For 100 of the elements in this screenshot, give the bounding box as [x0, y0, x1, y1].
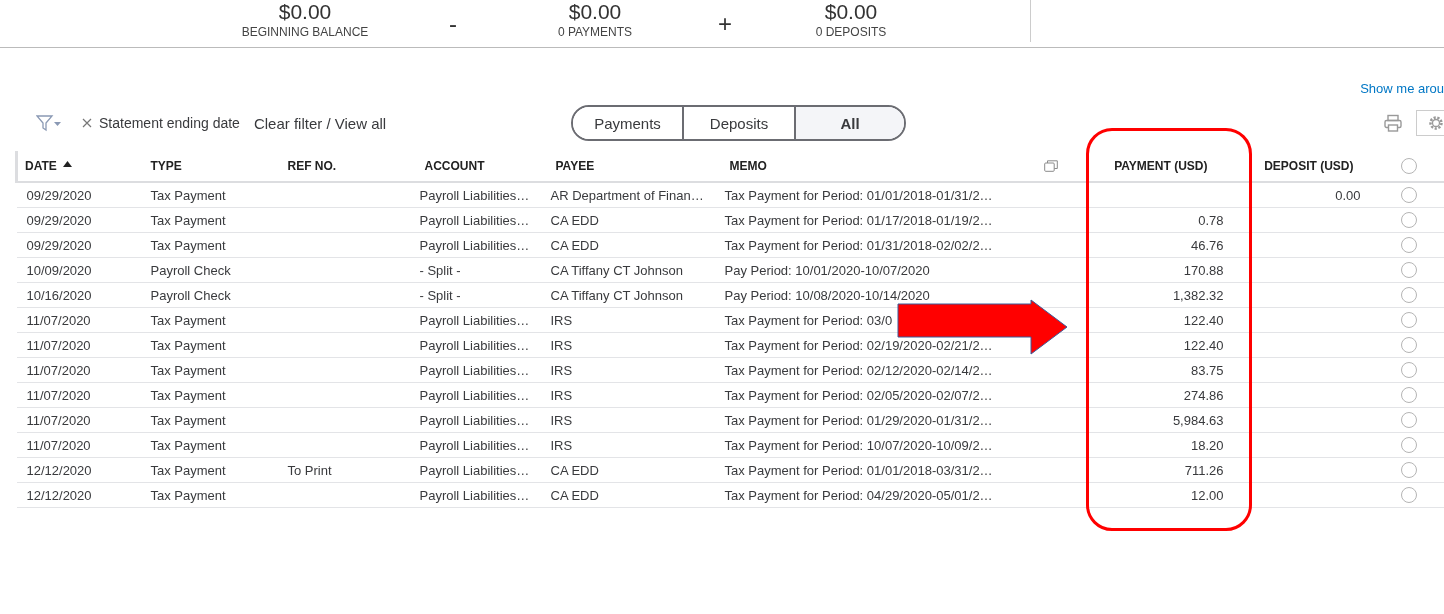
checkbox-circle[interactable]: [1399, 411, 1418, 429]
checkbox-circle[interactable]: [1399, 157, 1418, 175]
column-header[interactable]: PAYEE: [555, 159, 595, 173]
table-cell: Tax Payment: [150, 362, 226, 378]
table-cell: 18.20: [1190, 437, 1224, 453]
table-cell: CA EDD: [550, 212, 599, 228]
filter-label: Statement ending date: [99, 115, 240, 131]
column-header[interactable]: REF NO.: [287, 159, 337, 173]
column-header[interactable]: ACCOUNT: [424, 159, 485, 173]
table-cell: CA EDD: [550, 237, 599, 253]
table-cell: Tax Payment: [150, 312, 226, 328]
sort-ascending-icon: [62, 161, 72, 167]
table-cell: Payroll Liabilities…: [419, 462, 530, 478]
table-cell: Tax Payment: [150, 387, 226, 403]
table-cell: Tax Payment for Period: 02/05/2020-02/07/2…: [724, 387, 993, 403]
table-cell: CA Tiffany CT Johnson: [550, 262, 683, 278]
checkbox-circle[interactable]: [1399, 461, 1418, 479]
checkbox-circle[interactable]: [1399, 211, 1418, 229]
filter-tab[interactable]: Payments: [573, 107, 684, 139]
table-cell: 12.00: [1190, 487, 1224, 503]
table-cell: Tax Payment: [150, 437, 226, 453]
checkbox-circle[interactable]: [1399, 486, 1418, 504]
column-header[interactable]: DEPOSIT (USD): [1264, 159, 1354, 173]
table-cell: 09/29/2020: [26, 237, 92, 253]
table-cell: Pay Period: 10/01/2020-10/07/2020: [724, 262, 930, 278]
table-cell: Tax Payment for Period: 10/07/2020-10/09/2…: [724, 437, 993, 453]
settings-button[interactable]: [1416, 110, 1444, 136]
table-cell: Payroll Liabilities…: [419, 362, 530, 378]
balance-label: 0 DEPOSITS: [815, 24, 887, 40]
checkbox-circle[interactable]: [1399, 336, 1418, 354]
table-cell: Tax Payment for Period: 04/29/2020-05/01/2…: [724, 487, 993, 503]
column-header[interactable]: PAYMENT (USD): [1114, 159, 1208, 173]
table-cell: Payroll Check: [150, 287, 231, 303]
table-cell: Tax Payment: [150, 462, 226, 478]
table-cell: 1,382.32: [1172, 287, 1224, 303]
table-cell: Tax Payment: [150, 212, 226, 228]
column-header[interactable]: MEMO: [729, 159, 767, 173]
table-cell: Tax Payment: [150, 487, 226, 503]
balance-amount: $0.00: [278, 0, 332, 24]
table-cell: 0.78: [1198, 212, 1224, 228]
table-cell: Tax Payment for Period: 01/01/2018-01/31/2…: [724, 187, 993, 203]
table-cell: Payroll Liabilities…: [419, 412, 530, 428]
table-cell: 11/07/2020: [26, 412, 91, 428]
operator-sign: -: [448, 12, 458, 36]
checkbox-circle[interactable]: [1399, 186, 1418, 204]
table-cell: Tax Payment for Period: 03/0: [724, 312, 893, 328]
table-cell: IRS: [550, 362, 573, 378]
table-cell: AR Department of Finan…: [550, 187, 704, 203]
table-cell: Tax Payment for Period: 02/19/2020-02/21/2…: [724, 337, 993, 353]
table-cell: 5,984.63: [1172, 412, 1224, 428]
table-cell: CA Tiffany CT Johnson: [550, 287, 683, 303]
table-cell: Pay Period: 10/08/2020-10/14/2020: [724, 287, 930, 303]
filter-tab[interactable]: All: [796, 107, 904, 139]
table-cell: Payroll Liabilities…: [419, 437, 530, 453]
checkbox-circle[interactable]: [1399, 286, 1418, 304]
table-cell: 10/16/2020: [26, 287, 92, 303]
table-cell: 11/07/2020: [26, 312, 91, 328]
balance-label: 0 PAYMENTS: [557, 24, 633, 40]
table-cell: Tax Payment: [150, 337, 226, 353]
table-cell: 83.75: [1190, 362, 1224, 378]
table-cell: Tax Payment: [150, 187, 226, 203]
table-cell: 10/09/2020: [26, 262, 92, 278]
checkbox-circle[interactable]: [1399, 236, 1418, 254]
table-cell: 170.88: [1183, 262, 1224, 278]
table-cell: IRS: [550, 337, 573, 353]
table-cell: CA EDD: [550, 462, 599, 478]
checkbox-circle[interactable]: [1399, 261, 1418, 279]
checkbox-circle[interactable]: [1399, 361, 1418, 379]
table-cell: CA EDD: [550, 487, 599, 503]
table-cell: Payroll Liabilities…: [419, 212, 530, 228]
table-cell: Tax Payment for Period: 02/12/2020-02/14/2…: [724, 362, 993, 378]
settings-icon: [1427, 114, 1444, 132]
help-link[interactable]: Show me arou: [1360, 80, 1444, 98]
table-cell: To Print: [287, 462, 332, 478]
balance-amount: $0.00: [568, 0, 622, 24]
table-cell: IRS: [550, 437, 573, 453]
checkbox-circle[interactable]: [1399, 311, 1418, 329]
table-cell: Tax Payment for Period: 01/01/2018-03/31/2…: [724, 462, 993, 478]
column-header[interactable]: DATE: [25, 159, 57, 173]
table-cell: 11/07/2020: [26, 437, 91, 453]
table-cell: Tax Payment for Period: 01/29/2020-01/31/2…: [724, 412, 993, 428]
table-cell: Tax Payment: [150, 412, 226, 428]
filter-icon[interactable]: [36, 114, 62, 132]
table-cell: 0.00: [1335, 187, 1361, 203]
table-cell: 46.76: [1190, 237, 1224, 253]
table-cell: Payroll Liabilities…: [419, 337, 530, 353]
clear-filter-link[interactable]: Clear filter / View all: [253, 114, 387, 132]
checkbox-circle[interactable]: [1399, 386, 1418, 404]
checkbox-circle[interactable]: [1399, 436, 1418, 454]
print-icon[interactable]: [1384, 114, 1402, 132]
table-cell: Payroll Liabilities…: [419, 187, 530, 203]
balance-amount: $0.00: [824, 0, 878, 24]
table-cell: Tax Payment for Period: 01/31/2018-02/02/2…: [724, 237, 993, 253]
copy-icon[interactable]: [1043, 160, 1058, 172]
balance-label: BEGINNING BALANCE: [241, 24, 369, 40]
close-icon[interactable]: [82, 118, 92, 128]
table-cell: 274.86: [1183, 387, 1224, 403]
table-cell: Payroll Liabilities…: [419, 487, 530, 503]
column-header[interactable]: TYPE: [150, 159, 182, 173]
table-cell: Payroll Liabilities…: [419, 312, 530, 328]
